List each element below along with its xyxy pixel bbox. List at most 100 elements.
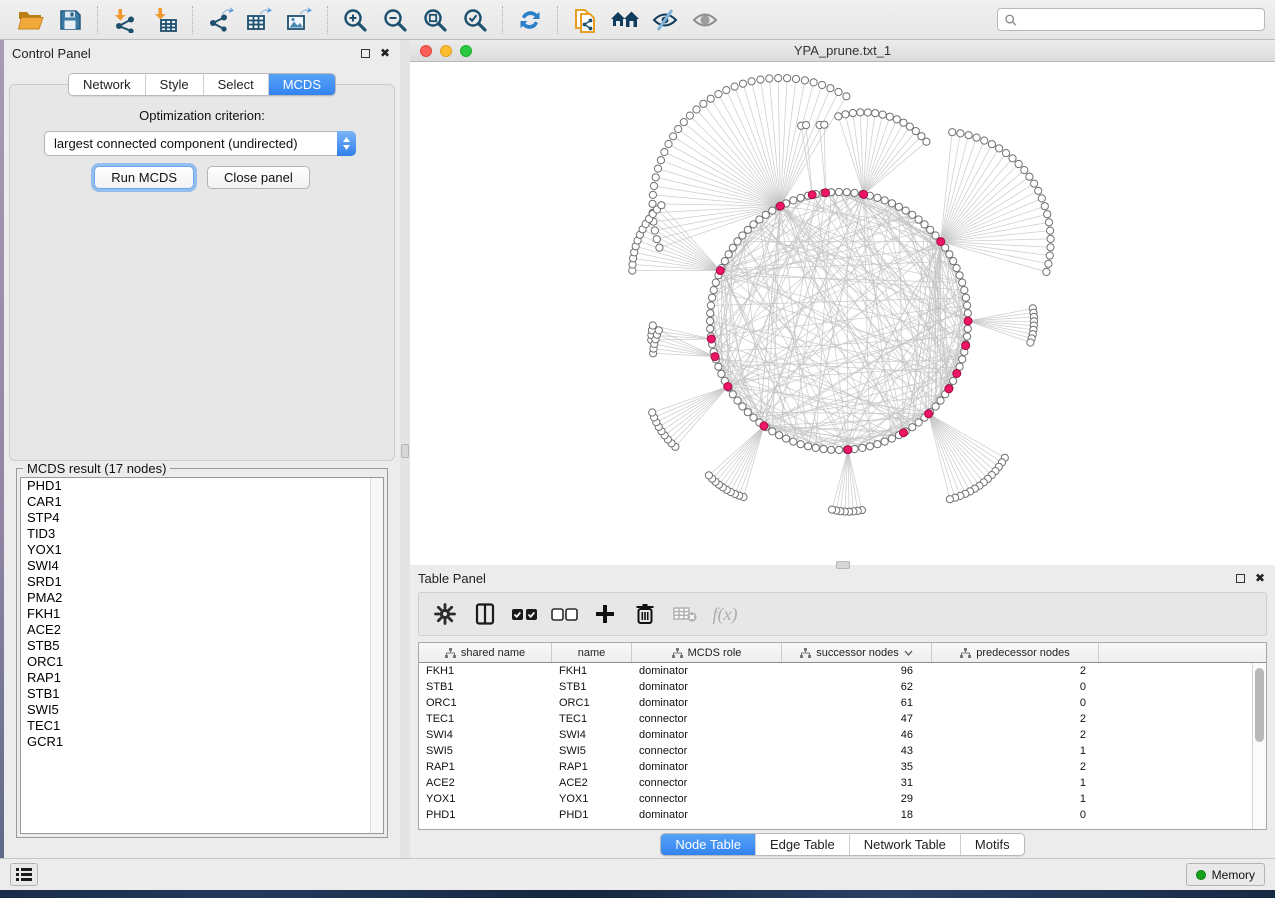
network-leaf-node[interactable] bbox=[775, 75, 782, 82]
zoom-fit-icon[interactable] bbox=[415, 3, 455, 37]
network-node[interactable] bbox=[739, 403, 746, 410]
network-node[interactable] bbox=[909, 424, 916, 431]
network-node[interactable] bbox=[707, 325, 714, 332]
network-leaf-node[interactable] bbox=[843, 93, 850, 100]
network-leaf-node[interactable] bbox=[1045, 260, 1052, 267]
tab-motifs[interactable]: Motifs bbox=[960, 834, 1024, 855]
mcds-result-item[interactable]: TID3 bbox=[21, 526, 383, 542]
network-leaf-node[interactable] bbox=[827, 85, 834, 92]
mcds-result-item[interactable]: STP4 bbox=[21, 510, 383, 526]
mcds-result-item[interactable]: SWI5 bbox=[21, 702, 383, 718]
column-header-predecessor-nodes[interactable]: predecessor nodes bbox=[932, 643, 1099, 662]
mcds-node[interactable] bbox=[760, 422, 768, 430]
mcds-result-item[interactable]: SWI4 bbox=[21, 558, 383, 574]
network-node[interactable] bbox=[866, 443, 873, 450]
network-leaf-node[interactable] bbox=[661, 148, 668, 155]
network-node[interactable] bbox=[706, 317, 713, 324]
zoom-in-icon[interactable] bbox=[335, 3, 375, 37]
network-leaf-node[interactable] bbox=[835, 88, 842, 95]
tab-network-table[interactable]: Network Table bbox=[849, 834, 960, 855]
network-leaf-node[interactable] bbox=[700, 100, 707, 107]
network-node[interactable] bbox=[776, 432, 783, 439]
hide-graphics-details-icon[interactable] bbox=[645, 3, 685, 37]
table-row[interactable]: STB1STB1dominator620 bbox=[419, 679, 1252, 695]
network-canvas[interactable] bbox=[410, 62, 1275, 565]
network-node[interactable] bbox=[895, 203, 902, 210]
network-node[interactable] bbox=[729, 391, 736, 398]
network-leaf-node[interactable] bbox=[784, 75, 791, 82]
network-leaf-node[interactable] bbox=[652, 174, 659, 181]
import-table-icon[interactable] bbox=[145, 3, 185, 37]
network-node[interactable] bbox=[835, 188, 842, 195]
network-node[interactable] bbox=[888, 200, 895, 207]
network-node[interactable] bbox=[874, 194, 881, 201]
network-node[interactable] bbox=[921, 221, 928, 228]
mcds-result-item[interactable]: ORC1 bbox=[21, 654, 383, 670]
mcds-result-item[interactable]: FKH1 bbox=[21, 606, 383, 622]
network-leaf-node[interactable] bbox=[665, 140, 672, 147]
mcds-result-item[interactable]: CAR1 bbox=[21, 494, 383, 510]
network-leaf-node[interactable] bbox=[1027, 339, 1034, 346]
network-leaf-node[interactable] bbox=[842, 111, 849, 118]
mcds-node[interactable] bbox=[937, 238, 945, 246]
mcds-node[interactable] bbox=[707, 335, 715, 343]
network-leaf-node[interactable] bbox=[731, 83, 738, 90]
network-leaf-node[interactable] bbox=[705, 472, 712, 479]
network-leaf-node[interactable] bbox=[949, 129, 956, 136]
network-leaf-node[interactable] bbox=[821, 121, 828, 128]
network-node[interactable] bbox=[828, 446, 835, 453]
network-leaf-node[interactable] bbox=[680, 119, 687, 126]
network-node[interactable] bbox=[707, 310, 714, 317]
network-node[interactable] bbox=[712, 279, 719, 286]
network-leaf-node[interactable] bbox=[1047, 235, 1054, 242]
network-node[interactable] bbox=[843, 189, 850, 196]
network-node[interactable] bbox=[874, 441, 881, 448]
vertical-splitter[interactable] bbox=[400, 40, 410, 858]
network-leaf-node[interactable] bbox=[893, 116, 900, 123]
run-mcds-button[interactable]: Run MCDS bbox=[94, 166, 194, 189]
network-leaf-node[interactable] bbox=[1047, 227, 1054, 234]
network-node[interactable] bbox=[707, 302, 714, 309]
network-leaf-node[interactable] bbox=[655, 327, 662, 334]
mcds-node[interactable] bbox=[900, 429, 908, 437]
zoom-selected-icon[interactable] bbox=[455, 3, 495, 37]
network-leaf-node[interactable] bbox=[1045, 219, 1052, 226]
network-leaf-node[interactable] bbox=[981, 137, 988, 144]
column-header-mcds-role[interactable]: MCDS role bbox=[632, 643, 782, 662]
network-leaf-node[interactable] bbox=[988, 141, 995, 148]
mcds-result-item[interactable]: STB5 bbox=[21, 638, 383, 654]
network-leaf-node[interactable] bbox=[675, 125, 682, 132]
mcds-result-item[interactable]: GCR1 bbox=[21, 734, 383, 750]
network-node[interactable] bbox=[769, 207, 776, 214]
mcds-result-item[interactable]: STB1 bbox=[21, 686, 383, 702]
network-leaf-node[interactable] bbox=[1031, 180, 1038, 187]
network-node[interactable] bbox=[710, 287, 717, 294]
network-node[interactable] bbox=[739, 232, 746, 239]
select-all-icon[interactable] bbox=[507, 596, 543, 632]
network-leaf-node[interactable] bbox=[835, 113, 842, 120]
column-layout-icon[interactable] bbox=[467, 596, 503, 632]
network-leaf-node[interactable] bbox=[886, 113, 893, 120]
network-node[interactable] bbox=[927, 226, 934, 233]
network-leaf-node[interactable] bbox=[792, 75, 799, 82]
network-titlebar[interactable]: YPA_prune.txt_1 bbox=[410, 40, 1275, 62]
network-node[interactable] bbox=[805, 443, 812, 450]
export-network-icon[interactable] bbox=[200, 3, 240, 37]
import-network-icon[interactable] bbox=[105, 3, 145, 37]
network-leaf-node[interactable] bbox=[649, 322, 656, 329]
network-leaf-node[interactable] bbox=[803, 122, 810, 129]
show-graphics-details-icon[interactable] bbox=[685, 3, 725, 37]
mcds-node[interactable] bbox=[945, 385, 953, 393]
network-node[interactable] bbox=[744, 226, 751, 233]
houses-icon[interactable] bbox=[605, 3, 645, 37]
column-header-successor-nodes[interactable]: successor nodes bbox=[782, 643, 932, 662]
network-leaf-node[interactable] bbox=[1021, 167, 1028, 174]
network-node[interactable] bbox=[937, 397, 944, 404]
network-leaf-node[interactable] bbox=[653, 236, 660, 243]
close-panel-icon[interactable]: ✖ bbox=[378, 46, 392, 60]
network-leaf-node[interactable] bbox=[693, 106, 700, 113]
network-node[interactable] bbox=[881, 438, 888, 445]
network-node[interactable] bbox=[961, 287, 968, 294]
mcds-result-item[interactable]: ACE2 bbox=[21, 622, 383, 638]
table-scrollbar-thumb[interactable] bbox=[1255, 668, 1264, 742]
